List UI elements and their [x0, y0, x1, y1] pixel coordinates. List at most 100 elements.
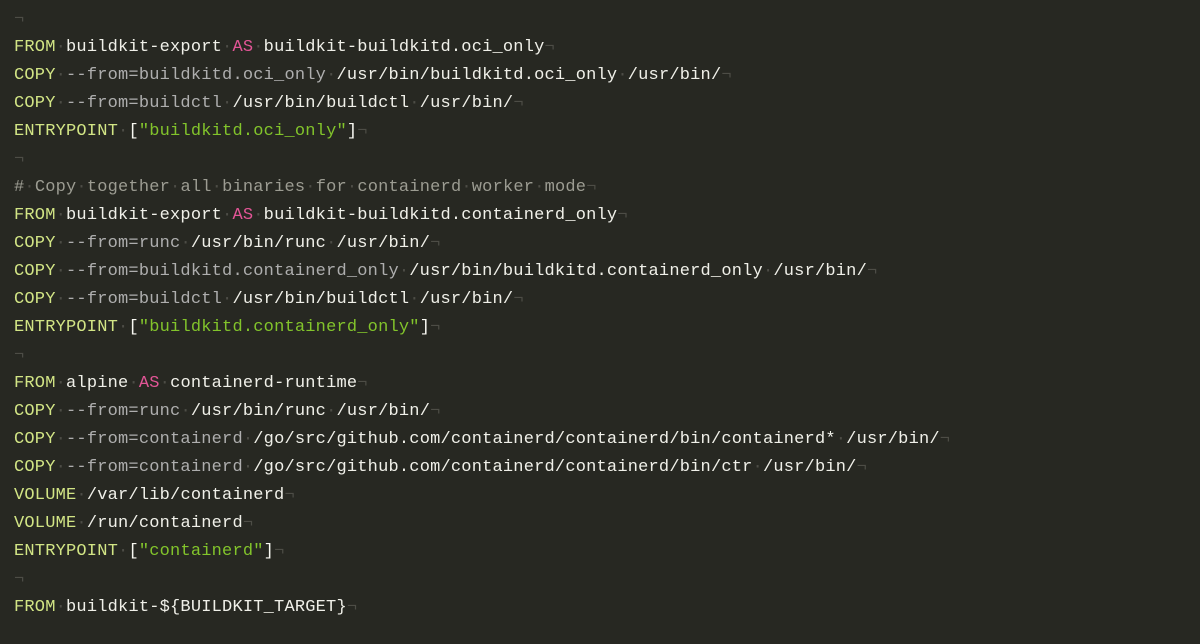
token-comm: mode: [545, 178, 587, 197]
code-line[interactable]: ENTRYPOINT·["buildkitd.oci_only"]¬: [14, 118, 1186, 146]
token-kw: COPY: [14, 94, 56, 113]
token-ws: ¬: [940, 430, 950, 449]
token-plain: /usr/bin/: [336, 234, 430, 253]
code-editor[interactable]: ¬FROM·buildkit-export·AS·buildkit-buildk…: [0, 0, 1200, 628]
token-ws: ·: [617, 66, 627, 85]
token-op: AS: [232, 38, 253, 57]
token-flag: --from=buildctl: [66, 290, 222, 309]
token-ws: ·: [753, 458, 763, 477]
token-kw: VOLUME: [14, 486, 76, 505]
token-ws: ¬: [430, 234, 440, 253]
token-ws: ·: [212, 178, 222, 197]
token-ws: ·: [56, 38, 66, 57]
token-plain: /usr/bin/: [628, 66, 722, 85]
code-line[interactable]: FROM·alpine·AS·containerd-runtime¬: [14, 370, 1186, 398]
token-ws: ¬: [430, 318, 440, 337]
token-ws: ·: [24, 178, 34, 197]
token-plain: /usr/bin/buildctl: [232, 94, 409, 113]
token-ws: ·: [222, 290, 232, 309]
code-line[interactable]: COPY·--from=buildkitd.containerd_only·/u…: [14, 258, 1186, 286]
token-flag: --from=buildctl: [66, 94, 222, 113]
code-line[interactable]: COPY·--from=buildkitd.oci_only·/usr/bin/…: [14, 62, 1186, 90]
token-ws: ·: [763, 262, 773, 281]
code-line[interactable]: #·Copy·together·all·binaries·for·contain…: [14, 174, 1186, 202]
code-line[interactable]: FROM·buildkit-export·AS·buildkit-buildki…: [14, 202, 1186, 230]
token-ws: ¬: [867, 262, 877, 281]
token-ws: ·: [347, 178, 357, 197]
token-ws: ·: [76, 178, 86, 197]
token-plain: /go/src/github.com/containerd/containerd…: [253, 458, 752, 477]
token-kw: COPY: [14, 234, 56, 253]
token-ws: ·: [399, 262, 409, 281]
token-kw: VOLUME: [14, 514, 76, 533]
token-kw: COPY: [14, 458, 56, 477]
token-op: AS: [232, 206, 253, 225]
token-ws: ·: [56, 206, 66, 225]
token-kw: FROM: [14, 38, 56, 57]
token-plain: /usr/bin/: [336, 402, 430, 421]
token-op: AS: [139, 374, 160, 393]
token-plain: alpine: [66, 374, 128, 393]
token-ws: ·: [56, 234, 66, 253]
token-kw: ENTRYPOINT: [14, 122, 118, 141]
token-flag: --from=buildkitd.containerd_only: [66, 262, 399, 281]
token-ws: ¬: [513, 94, 523, 113]
token-flag: --from=containerd: [66, 458, 243, 477]
token-str: "buildkitd.containerd_only": [139, 318, 420, 337]
token-plain: buildkit-${BUILDKIT_TARGET}: [66, 598, 347, 617]
code-line[interactable]: COPY·--from=buildctl·/usr/bin/buildctl·/…: [14, 90, 1186, 118]
code-line[interactable]: ¬: [14, 6, 1186, 34]
code-line[interactable]: COPY·--from=buildctl·/usr/bin/buildctl·/…: [14, 286, 1186, 314]
token-punc: [: [128, 122, 138, 141]
token-flag: --from=buildkitd.oci_only: [66, 66, 326, 85]
token-kw: COPY: [14, 262, 56, 281]
token-ws: ·: [222, 38, 232, 57]
code-line[interactable]: VOLUME·/run/containerd¬: [14, 510, 1186, 538]
token-ws: ¬: [430, 402, 440, 421]
token-ws: ·: [253, 38, 263, 57]
token-str: "containerd": [139, 542, 264, 561]
code-line[interactable]: COPY·--from=containerd·/go/src/github.co…: [14, 426, 1186, 454]
code-line[interactable]: ¬: [14, 342, 1186, 370]
code-line[interactable]: ENTRYPOINT·["buildkitd.containerd_only"]…: [14, 314, 1186, 342]
token-ws: ·: [56, 374, 66, 393]
token-ws: ·: [56, 598, 66, 617]
token-plain: /usr/bin/: [420, 94, 514, 113]
code-line[interactable]: ENTRYPOINT·["containerd"]¬: [14, 538, 1186, 566]
token-plain: /usr/bin/: [420, 290, 514, 309]
code-line[interactable]: COPY·--from=runc·/usr/bin/runc·/usr/bin/…: [14, 398, 1186, 426]
token-comm: for: [316, 178, 347, 197]
token-ws: ·: [461, 178, 471, 197]
token-kw: FROM: [14, 374, 56, 393]
token-plain: /usr/bin/: [846, 430, 940, 449]
token-comm: together: [87, 178, 170, 197]
code-line[interactable]: COPY·--from=containerd·/go/src/github.co…: [14, 454, 1186, 482]
code-line[interactable]: FROM·buildkit-${BUILDKIT_TARGET}¬: [14, 594, 1186, 622]
token-plain: buildkit-export: [66, 206, 222, 225]
token-ws: ¬: [357, 374, 367, 393]
token-ws: ·: [180, 234, 190, 253]
code-line[interactable]: FROM·buildkit-export·AS·buildkit-buildki…: [14, 34, 1186, 62]
token-comm: all: [180, 178, 211, 197]
token-ws: ¬: [586, 178, 596, 197]
token-ws: ¬: [274, 542, 284, 561]
token-ws: ·: [56, 262, 66, 281]
token-ws: ¬: [857, 458, 867, 477]
token-kw: ENTRYPOINT: [14, 318, 118, 337]
token-plain: /var/lib/containerd: [87, 486, 285, 505]
token-ws: ·: [409, 94, 419, 113]
token-ws: ·: [326, 402, 336, 421]
token-ws: ·: [76, 486, 86, 505]
token-punc: ]: [264, 542, 274, 561]
token-plain: /go/src/github.com/containerd/containerd…: [253, 430, 836, 449]
token-ws: ·: [118, 542, 128, 561]
token-ws: ¬: [14, 570, 24, 589]
code-line[interactable]: COPY·--from=runc·/usr/bin/runc·/usr/bin/…: [14, 230, 1186, 258]
code-line[interactable]: ¬: [14, 566, 1186, 594]
token-ws: ·: [56, 430, 66, 449]
token-plain: buildkit-export: [66, 38, 222, 57]
code-line[interactable]: ¬: [14, 146, 1186, 174]
code-line[interactable]: VOLUME·/var/lib/containerd¬: [14, 482, 1186, 510]
token-plain: /usr/bin/: [763, 458, 857, 477]
token-plain: containerd-runtime: [170, 374, 357, 393]
